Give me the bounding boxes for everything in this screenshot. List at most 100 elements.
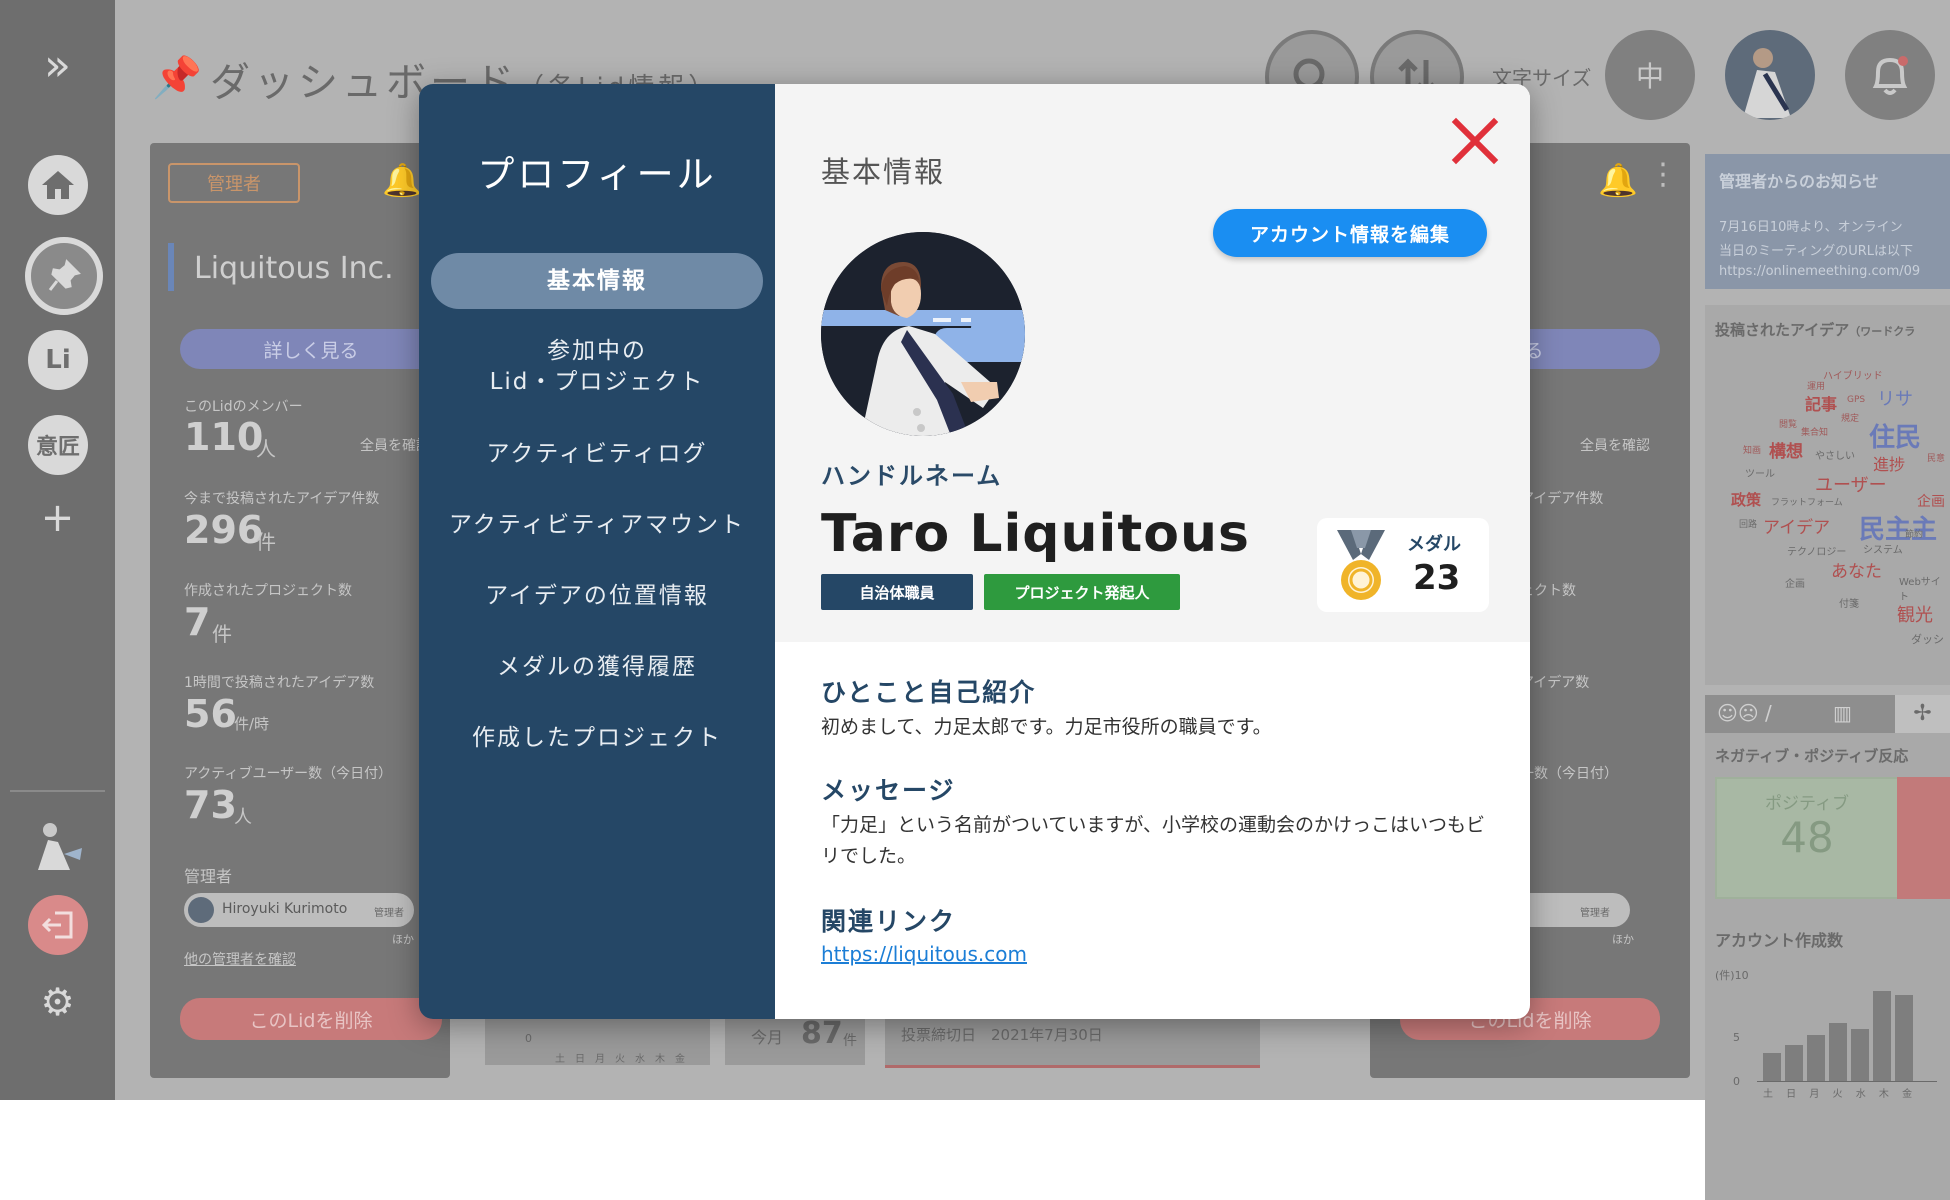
month-unit: 件 — [843, 1033, 857, 1049]
nav-title: プロフィール — [477, 153, 717, 196]
pin-icon[interactable] — [25, 237, 103, 315]
accounts-bar — [1851, 1029, 1869, 1081]
nav-item-medal-history[interactable]: メダルの獲得履歴 — [431, 652, 763, 683]
edit-account-button[interactable]: アカウント情報を編集 — [1213, 209, 1487, 257]
projects-value: 7 — [184, 600, 211, 644]
close-icon[interactable] — [1450, 116, 1500, 166]
font-size-button[interactable]: 中 — [1605, 30, 1695, 120]
emotion-tab-icon[interactable]: ☺☹ / — [1717, 701, 1772, 725]
word: 観光 — [1897, 605, 1933, 626]
admin-chip[interactable]: Hiroyuki Kurimoto 管理者 — [184, 893, 414, 927]
accounts-bar — [1829, 1023, 1847, 1081]
profile-modal: プロフィール 基本情報 参加中の Lid・プロジェクト アクティビティログ アク… — [419, 84, 1530, 1019]
word: テクノロジー — [1787, 547, 1847, 558]
word: リサ — [1877, 389, 1913, 410]
more-button[interactable]: 詳しく見る — [180, 329, 442, 369]
accounts-bar — [1873, 991, 1891, 1081]
hourly-label: 1時間で投稿されたアイデア数 — [184, 675, 375, 691]
word: ダッシ — [1911, 633, 1944, 646]
weekly-axis-zero: 0 — [525, 1032, 532, 1045]
word: 節約 — [1905, 530, 1924, 540]
panel-bell-icon[interactable]: 🔔 — [382, 161, 422, 199]
notice-line-2: 当日のミーティングのURLは以下 — [1719, 244, 1914, 259]
related-link[interactable]: https://liquitous.com — [821, 942, 1027, 966]
bar-chart-tab-icon[interactable]: ▥ — [1833, 701, 1852, 725]
notice-card[interactable]: 管理者からのお知らせ 7月16日10時より、オンライン 当日のミーティングのUR… — [1705, 154, 1950, 289]
reaction-tabs: ☺☹ / ▥ ✢ — [1705, 695, 1950, 733]
avatar[interactable] — [1725, 30, 1815, 120]
word: 規定 — [1841, 414, 1860, 424]
nav-item-participating[interactable]: 参加中の Lid・プロジェクト — [431, 336, 763, 400]
more-vertical-icon[interactable]: ⋮ — [1648, 157, 1678, 192]
lid-li-button[interactable]: Li — [28, 330, 88, 390]
chevron-double-right-icon[interactable]: » — [0, 40, 115, 91]
word: 集合知 — [1801, 428, 1829, 438]
admin-more-2: ほか — [1612, 933, 1634, 946]
word: 記事 — [1805, 395, 1838, 414]
network-tab-icon[interactable]: ✢ — [1895, 695, 1950, 733]
nav-item-created-projects[interactable]: 作成したプロジェクト — [431, 723, 763, 754]
left-rail: » Li 意匠 + ⚙ — [0, 0, 115, 1100]
notice-title: 管理者からのお知らせ — [1719, 172, 1879, 191]
tag-staff: 自治体職員 — [821, 574, 973, 610]
nav-item-idea-location[interactable]: アイデアの位置情報 — [431, 581, 763, 612]
active-value: 73 — [184, 783, 237, 827]
word: 企画 — [1785, 579, 1805, 590]
plus-icon[interactable]: + — [0, 495, 115, 541]
links-title: 関連リンク — [821, 907, 957, 936]
projects-unit: 件 — [212, 622, 232, 646]
ideas-value: 296 — [184, 508, 264, 552]
accounts-bar — [1807, 1035, 1825, 1081]
members-value: 110 — [184, 415, 264, 459]
nav-item-activity-amount[interactable]: アクティビティアマウント — [431, 510, 763, 541]
word: 構想 — [1769, 442, 1803, 462]
active-unit: 人 — [234, 807, 252, 828]
word: ハイブリッド — [1823, 371, 1883, 382]
word: やさしい — [1815, 451, 1855, 462]
lid-ishou-label: 意匠 — [35, 435, 80, 460]
profile-avatar — [821, 232, 1025, 436]
panel-bell-icon-2[interactable]: 🔔 — [1598, 161, 1638, 199]
nav-item-participating-line2: Lid・プロジェクト — [489, 369, 705, 395]
delete-lid-button[interactable]: このLidを削除 — [180, 998, 442, 1040]
notice-line-3: https://onlinemeething.com/09 — [1719, 264, 1921, 279]
section-title: 基本情報 — [821, 155, 946, 189]
org-name: Liquitous Inc. — [194, 251, 394, 286]
medal-count: 23 — [1413, 558, 1461, 598]
members-link-2[interactable]: 全員を確認 — [1580, 435, 1650, 455]
notice-line-1: 7月16日10時より、オンライン — [1719, 220, 1903, 235]
home-icon[interactable] — [28, 155, 88, 215]
medal-card[interactable]: メダル 23 — [1317, 518, 1489, 612]
word: ユーザー — [1815, 475, 1887, 496]
word: アイデア — [1763, 518, 1831, 538]
admin-avatar — [188, 897, 214, 923]
other-admins-link[interactable]: 他の管理者を確認 — [184, 949, 296, 969]
active-label-2: 一数（今日付） — [1520, 766, 1618, 782]
medal-label: メダル — [1407, 534, 1461, 555]
gear-icon[interactable]: ⚙ — [0, 980, 115, 1024]
wordcloud-card: 投稿されたアイデア（ワードクラ ハイブリッド 運用 記事 GPS リサ 閲覧 集… — [1705, 305, 1950, 685]
ideas-label: 今まで投稿されたアイデア件数 — [184, 491, 380, 507]
accounts-bar — [1895, 995, 1913, 1081]
word: 閲覧 — [1779, 420, 1798, 430]
lid-stats-panel: 管理者 🔔 Liquitous Inc. 詳しく見る このLidのメンバー 11… — [150, 143, 450, 1078]
word: システム — [1863, 545, 1903, 556]
title-pin-icon: 📌 — [152, 55, 202, 101]
lid-ishou-button[interactable]: 意匠 — [28, 415, 88, 475]
logout-icon[interactable] — [28, 895, 88, 955]
profile-nav: プロフィール 基本情報 参加中の Lid・プロジェクト アクティビティログ アク… — [419, 84, 775, 1019]
positive-label: ポジティブ — [1765, 794, 1849, 814]
accounts-bar — [1785, 1045, 1803, 1081]
font-size-value: 中 — [1635, 60, 1664, 93]
user-illustration-icon[interactable] — [30, 820, 86, 876]
word: 政策 — [1731, 491, 1762, 509]
right-column: 管理者からのお知らせ 7月16日10時より、オンライン 当日のミーティングのUR… — [1690, 140, 1950, 1200]
nav-item-basic-info[interactable]: 基本情報 — [431, 253, 763, 309]
lid-li-label: Li — [45, 345, 71, 375]
message-title: メッセージ — [821, 776, 956, 805]
members-unit: 人 — [256, 437, 276, 461]
bell-icon[interactable] — [1845, 30, 1935, 120]
nav-item-activity-log[interactable]: アクティビティログ — [431, 439, 763, 470]
month-value: 87 — [801, 1016, 843, 1051]
message-text: 「力足」という名前がついていますが、小学校の運動会のかけっこはいつもビリでした。 — [821, 814, 1486, 867]
